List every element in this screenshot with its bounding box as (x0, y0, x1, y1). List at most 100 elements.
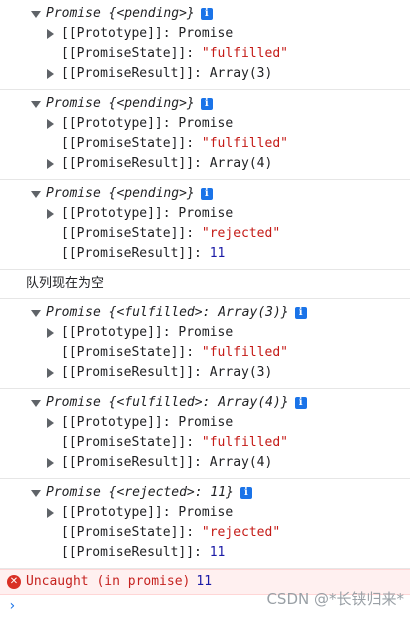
info-icon[interactable]: i (200, 8, 213, 20)
promise-header[interactable]: Promise {<pending>} i (0, 4, 410, 24)
console-log-message: 队列现在为空 (0, 270, 410, 299)
prototype-key: [[Prototype]]: (61, 325, 171, 340)
promise-log-entry: Promise {<fulfilled>: Array(4)} i [[Protot… (0, 389, 410, 479)
prototype-row[interactable]: [[Prototype]]: Promise (0, 114, 410, 134)
promise-header[interactable]: Promise {<rejected>: 11} i (0, 483, 410, 503)
promise-state-row: [[PromiseState]]: "rejected" (0, 523, 410, 543)
promise-state-row: [[PromiseState]]: "fulfilled" (0, 433, 410, 453)
expand-triangle-right-icon[interactable] (47, 159, 54, 169)
promise-result-row: [[PromiseResult]]: 11 (0, 543, 410, 563)
promise-header[interactable]: Promise {<fulfilled>: Array(4)} i (0, 393, 410, 413)
promise-result-value: 11 (209, 246, 226, 261)
promise-result-value: Array(3) (209, 66, 273, 81)
promise-result-key: [[PromiseResult]]: (61, 156, 202, 171)
promise-state-row: [[PromiseState]]: "fulfilled" (0, 134, 410, 154)
promise-state-value: "rejected" (201, 525, 281, 540)
expand-triangle-down-icon[interactable] (31, 11, 41, 18)
promise-title: Promise (46, 485, 101, 500)
promise-title: Promise (46, 305, 101, 320)
promise-title: Promise (46, 186, 101, 201)
promise-result-row: [[PromiseResult]]: 11 (0, 244, 410, 264)
prototype-key: [[Prototype]]: (61, 116, 171, 131)
promise-state-value: "fulfilled" (201, 345, 288, 360)
promise-state-value: "fulfilled" (201, 435, 288, 450)
prototype-key: [[Prototype]]: (61, 415, 171, 430)
promise-result-value: 11 (209, 545, 226, 560)
promise-state-row: [[PromiseState]]: "rejected" (0, 224, 410, 244)
promise-state-key: [[PromiseState]]: (61, 136, 195, 151)
expand-triangle-down-icon[interactable] (31, 310, 41, 317)
promise-result-key: [[PromiseResult]]: (61, 545, 202, 560)
promise-log-entry: Promise {<pending>} i [[Prototype]]: Promi… (0, 180, 410, 270)
expand-triangle-right-icon[interactable] (47, 508, 54, 518)
prototype-value: Promise (178, 415, 234, 430)
prototype-row[interactable]: [[Prototype]]: Promise (0, 413, 410, 433)
prototype-row[interactable]: [[Prototype]]: Promise (0, 323, 410, 343)
promise-state-summary: {<fulfilled>: Array(4)} (108, 395, 289, 410)
promise-result-row[interactable]: [[PromiseResult]]: Array(3) (0, 363, 410, 383)
promise-state-summary: {<pending>} (108, 186, 195, 201)
promise-result-row[interactable]: [[PromiseResult]]: Array(4) (0, 154, 410, 174)
expand-triangle-right-icon[interactable] (47, 328, 54, 338)
expand-triangle-right-icon[interactable] (47, 368, 54, 378)
promise-result-row[interactable]: [[PromiseResult]]: Array(3) (0, 64, 410, 84)
promise-header[interactable]: Promise {<pending>} i (0, 94, 410, 114)
expand-triangle-right-icon[interactable] (47, 29, 54, 39)
promise-log-entry: Promise {<fulfilled>: Array(3)} i [[Protot… (0, 299, 410, 389)
promise-log-entry: Promise {<rejected>: 11} i [[Prototype]]: … (0, 479, 410, 569)
expand-triangle-right-icon[interactable] (47, 209, 54, 219)
promise-header[interactable]: Promise {<fulfilled>: Array(3)} i (0, 303, 410, 323)
promise-log-entry: Promise {<pending>} i [[Prototype]]: Promi… (0, 90, 410, 180)
error-value: 11 (196, 574, 213, 589)
promise-state-key: [[PromiseState]]: (61, 525, 195, 540)
console-panel: Promise {<pending>} i [[Prototype]]: Promi… (0, 0, 410, 617)
promise-title: Promise (46, 6, 101, 21)
promise-result-key: [[PromiseResult]]: (61, 66, 202, 81)
promise-state-summary: {<rejected>: 11} (108, 485, 234, 500)
prototype-key: [[Prototype]]: (61, 505, 171, 520)
promise-header[interactable]: Promise {<pending>} i (0, 184, 410, 204)
promise-log-entry: Promise {<pending>} i [[Prototype]]: Promi… (0, 0, 410, 90)
prototype-key: [[Prototype]]: (61, 26, 171, 41)
promise-state-value: "rejected" (201, 226, 281, 241)
prototype-row[interactable]: [[Prototype]]: Promise (0, 24, 410, 44)
expand-triangle-down-icon[interactable] (31, 490, 41, 497)
prototype-value: Promise (178, 116, 234, 131)
error-message: Uncaught (in promise) (26, 574, 191, 589)
promise-result-key: [[PromiseResult]]: (61, 455, 202, 470)
prototype-value: Promise (178, 325, 234, 340)
info-icon[interactable]: i (294, 307, 307, 319)
promise-state-key: [[PromiseState]]: (61, 46, 195, 61)
promise-state-row: [[PromiseState]]: "fulfilled" (0, 44, 410, 64)
error-circle-icon: ✕ (7, 575, 21, 589)
promise-title: Promise (46, 96, 101, 111)
info-icon[interactable]: i (200, 188, 213, 200)
prototype-value: Promise (178, 505, 234, 520)
promise-state-summary: {<fulfilled>: Array(3)} (108, 305, 289, 320)
info-icon[interactable]: i (294, 397, 307, 409)
expand-triangle-right-icon[interactable] (47, 418, 54, 428)
promise-result-value: Array(3) (209, 365, 273, 380)
promise-result-row[interactable]: [[PromiseResult]]: Array(4) (0, 453, 410, 473)
expand-triangle-right-icon[interactable] (47, 69, 54, 79)
expand-triangle-right-icon[interactable] (47, 119, 54, 129)
promise-result-key: [[PromiseResult]]: (61, 365, 202, 380)
expand-triangle-down-icon[interactable] (31, 400, 41, 407)
expand-triangle-down-icon[interactable] (31, 101, 41, 108)
promise-title: Promise (46, 395, 101, 410)
expand-triangle-right-icon[interactable] (47, 458, 54, 468)
promise-state-key: [[PromiseState]]: (61, 435, 195, 450)
prototype-value: Promise (178, 206, 234, 221)
prototype-row[interactable]: [[Prototype]]: Promise (0, 204, 410, 224)
info-icon[interactable]: i (200, 98, 213, 110)
promise-state-key: [[PromiseState]]: (61, 226, 195, 241)
watermark-text: CSDN @*长铗归来* (266, 590, 404, 608)
expand-triangle-down-icon[interactable] (31, 191, 41, 198)
info-icon[interactable]: i (239, 487, 252, 499)
promise-result-value: Array(4) (209, 455, 273, 470)
promise-result-key: [[PromiseResult]]: (61, 246, 202, 261)
promise-state-summary: {<pending>} (108, 96, 195, 111)
prototype-row[interactable]: [[Prototype]]: Promise (0, 503, 410, 523)
promise-state-value: "fulfilled" (201, 136, 288, 151)
promise-state-summary: {<pending>} (108, 6, 195, 21)
